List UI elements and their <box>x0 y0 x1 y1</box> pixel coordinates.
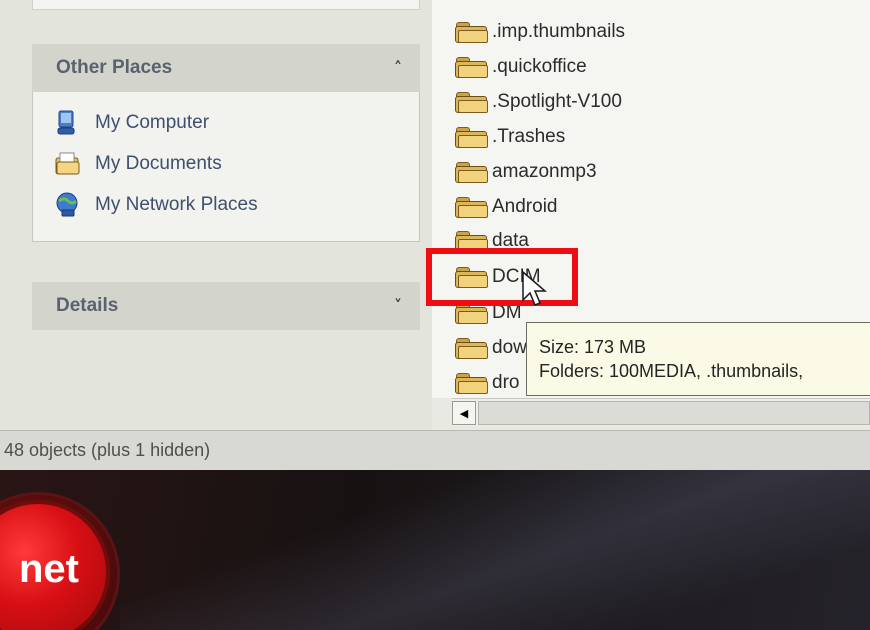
file-name: .quickoffice <box>492 56 587 77</box>
place-label: My Network Places <box>95 193 258 215</box>
place-label: My Documents <box>95 152 222 174</box>
list-item[interactable]: .Spotlight-V100 <box>454 87 622 117</box>
list-item[interactable]: amazonmp3 <box>454 157 597 187</box>
file-name: .Spotlight-V100 <box>492 91 622 112</box>
logo-text: net <box>19 546 79 591</box>
list-item[interactable]: .Trashes <box>454 122 565 152</box>
file-name: amazonmp3 <box>492 161 597 182</box>
folder-icon <box>454 20 490 44</box>
place-my-network-places[interactable]: My Network Places <box>53 184 419 225</box>
previous-panel-edge <box>32 0 420 10</box>
folder-icon <box>454 125 490 149</box>
other-places-header[interactable]: Other Places ˄ <box>32 44 420 92</box>
scroll-thumb[interactable] <box>478 401 870 425</box>
list-item[interactable]: Android <box>454 192 558 222</box>
place-label: My Computer <box>95 111 210 133</box>
explorer-window: Other Places ˄ My Computer My Documents … <box>0 0 870 470</box>
file-name: Android <box>492 196 558 217</box>
list-item[interactable]: dro <box>454 368 519 398</box>
other-places-panel: Other Places ˄ My Computer My Documents … <box>32 44 420 242</box>
other-places-title: Other Places <box>56 57 173 78</box>
folder-icon <box>454 371 490 395</box>
horizontal-scrollbar[interactable]: ◀ <box>452 398 870 426</box>
scroll-left-icon[interactable]: ◀ <box>452 401 476 425</box>
details-title: Details <box>56 295 119 316</box>
folder-icon <box>454 195 490 219</box>
folder-icon <box>454 90 490 114</box>
chevron-down-icon[interactable]: ˅ <box>394 298 402 314</box>
other-places-list: My Computer My Documents My Network Plac… <box>32 92 420 242</box>
place-my-documents[interactable]: My Documents <box>53 143 419 184</box>
file-name: dro <box>492 372 520 393</box>
status-text: 48 objects (plus 1 hidden) <box>4 440 211 460</box>
computer-icon <box>53 109 83 137</box>
documents-icon <box>53 150 83 178</box>
folder-icon <box>454 160 490 184</box>
place-my-computer[interactable]: My Computer <box>53 102 419 143</box>
list-item[interactable]: .imp.thumbnails <box>454 17 625 47</box>
mouse-cursor-icon <box>522 270 548 306</box>
file-name: dow <box>492 337 527 358</box>
folder-tooltip: Size: 173 MB Folders: 100MEDIA, .thumbna… <box>526 322 870 396</box>
details-panel: Details ˅ <box>32 282 420 330</box>
tooltip-size: Size: 173 MB <box>539 337 647 357</box>
background-stripe <box>120 470 870 630</box>
list-item[interactable]: .quickoffice <box>454 52 587 82</box>
network-icon <box>53 191 83 219</box>
chevron-up-icon[interactable]: ˄ <box>394 60 402 76</box>
file-name: .Trashes <box>492 126 566 147</box>
video-overlay-area: net <box>0 470 870 630</box>
highlight-box <box>426 248 578 306</box>
tooltip-folders: Folders: 100MEDIA, .thumbnails, <box>539 361 804 381</box>
task-pane: Other Places ˄ My Computer My Documents … <box>0 0 432 430</box>
file-name: .imp.thumbnails <box>492 21 626 42</box>
details-header[interactable]: Details ˅ <box>32 282 420 330</box>
status-bar: 48 objects (plus 1 hidden) <box>0 430 870 470</box>
folder-icon <box>454 336 490 360</box>
list-item[interactable]: dow <box>454 333 527 363</box>
folder-icon <box>454 55 490 79</box>
